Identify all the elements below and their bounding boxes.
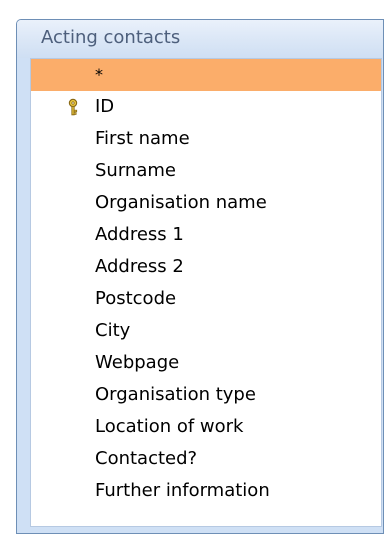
field-label: First name <box>95 128 190 149</box>
field-row-all-fields[interactable]: * <box>31 59 381 91</box>
table-title-bar[interactable]: Acting contacts <box>17 20 383 58</box>
field-row-surname[interactable]: Surname <box>31 155 381 187</box>
field-label: Address 2 <box>95 256 184 277</box>
field-row-contacted[interactable]: Contacted? <box>31 443 381 475</box>
table-field-list-window[interactable]: Acting contacts * ID First name Surname … <box>16 19 384 534</box>
field-row-id[interactable]: ID <box>31 91 381 123</box>
field-row-organisation-type[interactable]: Organisation type <box>31 379 381 411</box>
field-row-further-information[interactable]: Further information <box>31 475 381 507</box>
field-row-organisation-name[interactable]: Organisation name <box>31 187 381 219</box>
field-row-first-name[interactable]: First name <box>31 123 381 155</box>
key-icon <box>68 98 78 116</box>
field-label: Webpage <box>95 352 180 373</box>
field-label: Further information <box>95 480 270 501</box>
field-row-webpage[interactable]: Webpage <box>31 347 381 379</box>
field-label: Organisation name <box>95 192 267 213</box>
field-row-postcode[interactable]: Postcode <box>31 283 381 315</box>
field-label: ID <box>95 96 115 117</box>
field-list[interactable]: * ID First name Surname Organisation nam… <box>30 58 382 527</box>
field-row-address-2[interactable]: Address 2 <box>31 251 381 283</box>
field-row-location-of-work[interactable]: Location of work <box>31 411 381 443</box>
field-label: Location of work <box>95 416 244 437</box>
field-label: Postcode <box>95 288 177 309</box>
field-label: * <box>95 65 103 84</box>
table-title: Acting contacts <box>41 27 181 48</box>
field-label: Organisation type <box>95 384 256 405</box>
field-label: Contacted? <box>95 448 198 469</box>
field-label: Surname <box>95 160 176 181</box>
field-row-city[interactable]: City <box>31 315 381 347</box>
field-label: Address 1 <box>95 224 184 245</box>
field-label: City <box>95 320 131 341</box>
field-row-address-1[interactable]: Address 1 <box>31 219 381 251</box>
